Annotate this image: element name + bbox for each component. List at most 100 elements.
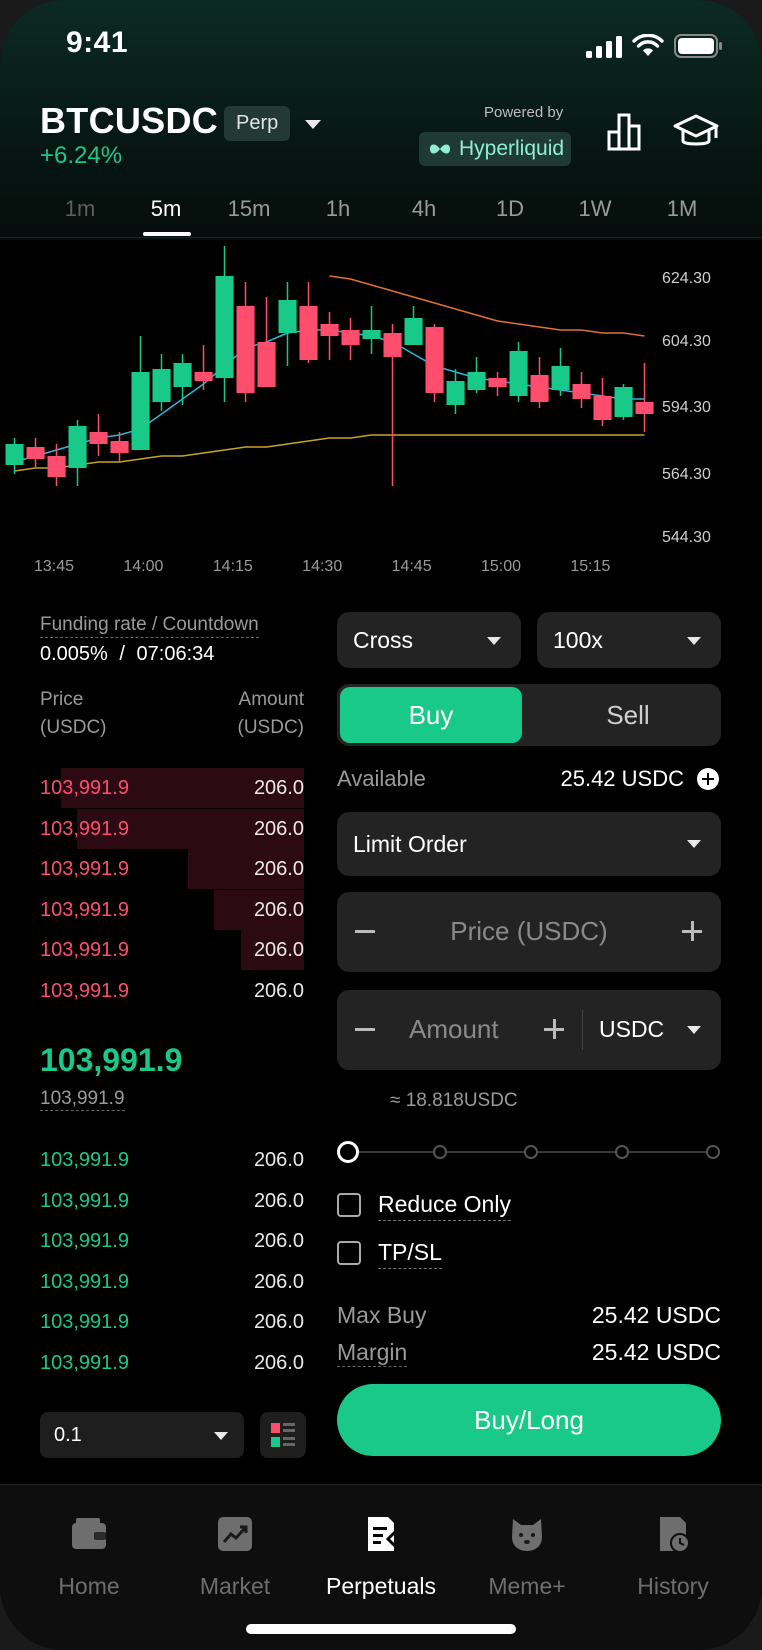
funding-rate-label[interactable]: Funding rate / Countdown (40, 614, 259, 638)
tab-timeframe-15m[interactable]: 15m (214, 196, 284, 222)
hyperliquid-badge[interactable]: Hyperliquid (419, 132, 571, 166)
candle-body[interactable] (572, 384, 591, 399)
reduce-only-box[interactable] (337, 1193, 361, 1217)
history-icon (660, 1517, 690, 1553)
candle-body[interactable] (173, 363, 192, 387)
candle-body[interactable] (257, 342, 276, 387)
candle-body[interactable] (404, 318, 423, 345)
ask-row[interactable]: 103,991.9 206.0 (40, 930, 304, 971)
slider-step-50[interactable] (524, 1145, 538, 1159)
mark-price[interactable]: 103,991.9 (40, 1088, 125, 1111)
candle-body[interactable] (467, 372, 486, 390)
buy-long-button[interactable]: Buy/Long (337, 1384, 721, 1456)
candle-body[interactable] (152, 369, 171, 402)
candle-body[interactable] (131, 372, 150, 450)
candle-body[interactable] (488, 378, 507, 387)
slider-step-75[interactable] (615, 1145, 629, 1159)
candle-body[interactable] (215, 276, 234, 378)
buy-tab[interactable]: Buy (340, 687, 522, 743)
candle-body[interactable] (446, 381, 465, 405)
ask-row[interactable]: 103,991.9 206.0 (40, 971, 304, 1011)
price-increment-icon[interactable] (682, 921, 702, 941)
candle-body[interactable] (614, 387, 633, 417)
candle-body[interactable] (509, 351, 528, 396)
leverage-select[interactable]: 100x (537, 612, 721, 668)
amount-input[interactable]: Amount USDC (337, 990, 721, 1070)
amount-decrement-icon[interactable] (355, 1028, 375, 1031)
candle-body[interactable] (320, 324, 339, 336)
pair-title[interactable]: BTCUSDC (40, 100, 218, 142)
funding-rate-value: 0.005% / 07:06:34 (40, 643, 214, 666)
slider-handle[interactable] (337, 1141, 359, 1163)
candle-body[interactable] (341, 330, 360, 345)
sell-tab[interactable]: Sell (537, 687, 719, 743)
amount-slider[interactable] (337, 1140, 721, 1164)
chevron-down-icon[interactable] (687, 1026, 701, 1034)
tpsl-label[interactable]: TP/SL (378, 1239, 442, 1269)
slider-step-100[interactable] (706, 1145, 720, 1159)
price-input[interactable]: Price (USDC) (337, 892, 721, 972)
graduation-cap-icon[interactable] (672, 112, 720, 152)
bid-row[interactable]: 103,991.9 206.0 (40, 1302, 304, 1342)
candle-body[interactable] (593, 396, 612, 420)
candle-body[interactable] (194, 372, 213, 381)
candle-body[interactable] (110, 441, 129, 453)
slider-step-25[interactable] (433, 1145, 447, 1159)
candle-body[interactable] (47, 456, 66, 477)
tpsl-box[interactable] (337, 1241, 361, 1265)
tab-home[interactable]: Home (14, 1505, 164, 1605)
tab-meme[interactable]: Meme+ (452, 1505, 602, 1605)
tab-timeframe-1W[interactable]: 1W (560, 196, 630, 222)
candle-body[interactable] (530, 375, 549, 402)
reduce-only-label[interactable]: Reduce Only (378, 1191, 511, 1221)
tab-market[interactable]: Market (160, 1505, 310, 1605)
tab-timeframe-1m[interactable]: 1m (45, 196, 115, 222)
candle-body[interactable] (26, 447, 45, 459)
tab-perpetuals[interactable]: Perpetuals (306, 1505, 456, 1605)
ask-row[interactable]: 103,991.9 206.0 (40, 768, 304, 808)
wallet-icon (72, 1518, 106, 1549)
bid-row[interactable]: 103,991.9 206.0 (40, 1181, 304, 1221)
candle-body[interactable] (551, 366, 570, 390)
mid-price[interactable]: 103,991.9 (40, 1042, 182, 1079)
margin-label[interactable]: Margin (337, 1339, 408, 1367)
amount-unit-select[interactable]: USDC (599, 1016, 664, 1043)
tab-timeframe-1D[interactable]: 1D (475, 196, 545, 222)
candle-body[interactable] (299, 306, 318, 360)
tab-timeframe-1M[interactable]: 1M (647, 196, 717, 222)
ask-row[interactable]: 103,991.9 206.0 (40, 889, 304, 930)
wifi-icon (632, 34, 664, 56)
candle-body[interactable] (362, 330, 381, 339)
ask-row[interactable]: 103,991.9 206.0 (40, 808, 304, 849)
x-tick-label: 15:00 (481, 558, 521, 575)
bid-row[interactable]: 103,991.9 206.0 (40, 1140, 304, 1180)
orderbook-layout-button[interactable] (260, 1412, 306, 1458)
bid-price: 103,991.9 (40, 1230, 129, 1253)
tab-timeframe-4h[interactable]: 4h (389, 196, 459, 222)
margin-mode-select[interactable]: Cross (337, 612, 521, 668)
tab-timeframe-5m[interactable]: 5m (131, 196, 201, 222)
candle-body[interactable] (89, 432, 108, 444)
home-indicator[interactable] (246, 1624, 516, 1634)
tab-history[interactable]: History (598, 1505, 748, 1605)
candle-body[interactable] (278, 300, 297, 333)
pair-dropdown-icon[interactable] (305, 120, 321, 129)
ask-row[interactable]: 103,991.9 206.0 (40, 849, 304, 890)
candle-body[interactable] (383, 333, 402, 357)
add-funds-icon[interactable] (697, 768, 719, 790)
bid-row[interactable]: 103,991.9 206.0 (40, 1343, 304, 1383)
candle-body[interactable] (236, 306, 255, 393)
signal-icon (586, 36, 622, 58)
price-step-select[interactable]: 0.1 (40, 1412, 244, 1458)
order-type-select[interactable]: Limit Order (337, 812, 721, 876)
candle-body[interactable] (635, 402, 654, 414)
bid-row[interactable]: 103,991.9 206.0 (40, 1221, 304, 1261)
bar-chart-icon[interactable] (606, 112, 648, 152)
tab-timeframe-1h[interactable]: 1h (303, 196, 373, 222)
candle-body[interactable] (68, 426, 87, 468)
candlestick-chart[interactable]: 624.30 604.30 594.30 564.30 544.30 13:45 14:0… (0, 240, 762, 580)
candle-body[interactable] (5, 444, 24, 465)
candle-body[interactable] (425, 327, 444, 393)
amount-increment-icon[interactable] (544, 1019, 564, 1039)
bid-row[interactable]: 103,991.9 206.0 (40, 1262, 304, 1302)
